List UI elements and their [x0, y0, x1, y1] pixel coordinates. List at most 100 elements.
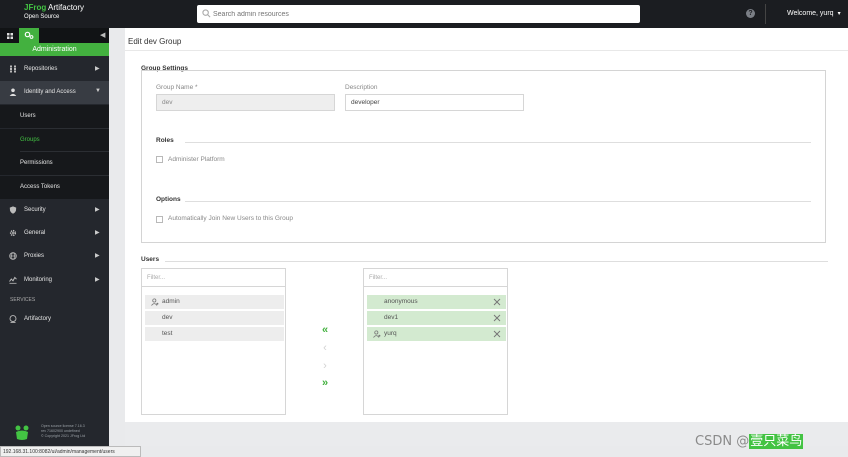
sidebar-subitem-label: Groups: [20, 137, 40, 143]
main-content: Edit dev Group Group Settings Group Name…: [125, 28, 848, 422]
top-bar: JFrog Artifactory Open Source ? Welcome,…: [0, 0, 848, 28]
close-icon[interactable]: [493, 330, 501, 338]
welcome-text: Welcome, yurq: [787, 10, 834, 17]
user-name: anonymous: [384, 298, 418, 305]
users-title: Users: [141, 256, 160, 263]
admin-user-icon: [151, 298, 159, 306]
product-name: Artifactory: [48, 3, 85, 12]
divider: [165, 261, 828, 262]
services-header: SERVICES: [10, 297, 36, 303]
sidebar-subitem-permissions[interactable]: Permissions: [0, 152, 109, 175]
sidebar: ◀ Administration Repositories ▶ Identity…: [0, 28, 109, 446]
description-field[interactable]: developer: [345, 94, 524, 111]
sidebar-subitem-label: Permissions: [20, 160, 53, 166]
sidebar-item-artifactory[interactable]: Artifactory: [0, 308, 109, 331]
administration-header: Administration: [0, 43, 109, 56]
close-icon[interactable]: [493, 298, 501, 306]
admin-user-icon: [373, 330, 381, 338]
application-grid-icon[interactable]: [3, 29, 17, 43]
sidebar-module-switcher: ◀: [0, 28, 109, 43]
csdn-watermark: CSDN @壹只菜鸟: [695, 430, 804, 449]
user-name: dev1: [384, 314, 399, 321]
sidebar-subitem-label: Users: [20, 113, 36, 119]
collapse-sidebar-icon[interactable]: ◀: [100, 31, 105, 39]
sidebar-item-repositories[interactable]: Repositories ▶: [0, 58, 109, 81]
help-icon[interactable]: ?: [746, 9, 755, 18]
shield-icon: [9, 206, 17, 214]
sidebar-item-label: Artifactory: [24, 316, 52, 322]
search-box[interactable]: [197, 5, 640, 23]
group-user-item[interactable]: yurq: [367, 327, 506, 341]
chevron-right-icon: ▶: [95, 66, 100, 72]
options-title: Options: [156, 196, 181, 203]
user-name: yurq: [384, 330, 397, 337]
administer-platform-checkbox[interactable]: [156, 156, 163, 163]
available-user-item[interactable]: test: [145, 327, 284, 341]
jfrog-frog-logo-icon: [14, 424, 30, 442]
sidebar-item-security[interactable]: Security ▶: [0, 199, 109, 222]
artifactory-icon: [9, 315, 17, 323]
gear-icon: [9, 229, 17, 237]
sidebar-item-label: Monitoring: [24, 277, 53, 283]
group-name-field: dev: [156, 94, 335, 111]
move-all-left-button[interactable]: «: [320, 325, 330, 336]
browser-status-url: 192.168.31.100:8082/ui/admin/management/…: [0, 446, 141, 457]
sidebar-item-label: Proxies: [24, 253, 45, 259]
move-left-button[interactable]: ‹: [320, 343, 330, 354]
group-user-item[interactable]: dev1: [367, 311, 506, 325]
administration-module-button[interactable]: [19, 28, 39, 43]
watermark-highlight: 壹只菜鸟: [749, 434, 804, 449]
user-name: test: [162, 330, 173, 337]
chevron-right-icon: ▶: [95, 230, 100, 236]
sidebar-item-label: Identity and Access: [24, 89, 76, 95]
admin-gears-icon: [24, 31, 34, 39]
repositories-icon: [10, 65, 16, 73]
move-right-button[interactable]: ›: [320, 361, 330, 372]
sidebar-subitem-users[interactable]: Users: [0, 105, 109, 128]
description-label: Description: [345, 84, 378, 91]
edition-label: Open Source: [24, 14, 60, 20]
divider: [185, 201, 811, 202]
auto-join-label: Automatically Join New Users to this Gro…: [168, 215, 293, 222]
brand-word: JFrog: [24, 3, 47, 12]
close-icon[interactable]: [493, 314, 501, 322]
available-user-item[interactable]: dev: [145, 311, 284, 325]
group-name-label: Group Name *: [156, 84, 198, 91]
move-all-right-button[interactable]: »: [320, 378, 330, 389]
sidebar-footer: Open source license 7.16.3 rev 71602900 …: [0, 418, 109, 446]
user-name: dev: [162, 314, 173, 321]
sidebar-subitem-label: Access Tokens: [20, 184, 60, 190]
sidebar-subitem-access-tokens[interactable]: Access Tokens: [0, 176, 109, 199]
chevron-right-icon: ▶: [95, 277, 100, 283]
user-menu[interactable]: Welcome, yurq ▾: [787, 10, 841, 17]
watermark-prefix: CSDN @: [695, 434, 750, 449]
jfrog-logo[interactable]: JFrog Artifactory Open Source: [24, 3, 85, 21]
sidebar-item-label: Repositories: [24, 66, 58, 72]
sidebar-item-monitoring[interactable]: Monitoring ▶: [0, 269, 109, 292]
person-icon: [9, 88, 17, 96]
chevron-right-icon: ▶: [95, 207, 100, 213]
sidebar-item-proxies[interactable]: Proxies ▶: [0, 245, 109, 268]
page-title: Edit dev Group: [128, 37, 182, 46]
auto-join-checkbox[interactable]: [156, 216, 163, 223]
chevron-down-icon: ▾: [837, 11, 841, 17]
group-user-item[interactable]: anonymous: [367, 295, 506, 309]
sidebar-item-label: General: [24, 230, 46, 236]
group-users-filter[interactable]: Filter...: [364, 269, 507, 287]
sidebar-subitem-groups[interactable]: Groups: [0, 129, 109, 152]
divider: [125, 50, 848, 51]
search-input[interactable]: [211, 5, 631, 23]
roles-title: Roles: [156, 137, 174, 144]
sidebar-item-general[interactable]: General ▶: [0, 222, 109, 245]
user-name: admin: [162, 298, 180, 305]
sidebar-item-identity-and-access[interactable]: Identity and Access ▼: [0, 81, 109, 104]
group-users-list: Filter... anonymous dev1 yurq: [363, 268, 508, 415]
sidebar-item-label: Security: [24, 207, 46, 213]
search-icon: [202, 9, 211, 18]
available-users-filter[interactable]: Filter...: [142, 269, 285, 287]
chevron-down-icon: ▼: [95, 88, 101, 94]
topbar-divider: [765, 4, 766, 24]
monitoring-icon: [9, 276, 17, 284]
chevron-right-icon: ▶: [95, 253, 100, 259]
available-user-item[interactable]: admin: [145, 295, 284, 309]
